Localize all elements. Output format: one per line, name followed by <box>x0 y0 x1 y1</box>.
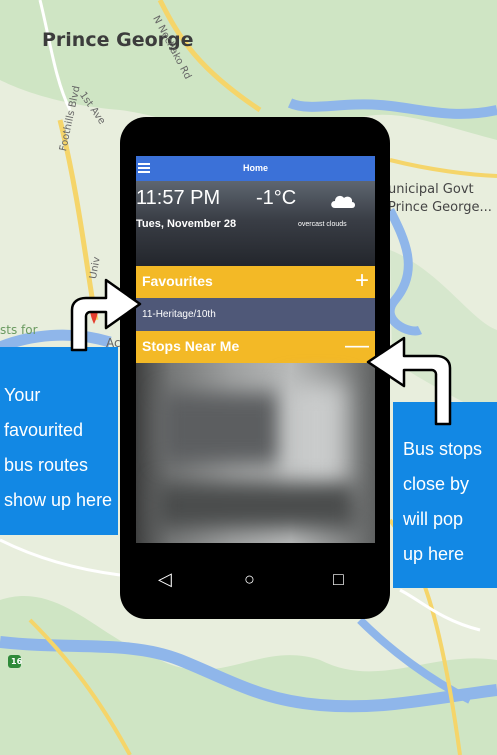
callout-line: Bus stops <box>403 439 483 459</box>
blurred-bus-photo <box>136 363 375 543</box>
favourite-route-item[interactable]: 11-Heritage/10th <box>136 298 375 331</box>
add-favourite-button[interactable]: + <box>355 268 369 294</box>
callout-line: close by <box>403 474 470 494</box>
stops-near-me-header[interactable]: Stops Near Me — <box>136 331 375 363</box>
arrow-to-stops-icon <box>366 336 452 426</box>
weather-panel: 11:57 PM -1°C Tues, November 28 overcast… <box>136 181 375 266</box>
favourites-label: Favourites <box>142 273 213 289</box>
weather-time: 11:57 PM <box>136 187 221 209</box>
map-municipal-line2: Prince George... <box>388 200 492 215</box>
cloud-icon <box>331 195 355 208</box>
callout-line: bus routes <box>4 455 89 475</box>
callout-line: favourited <box>4 420 84 440</box>
map-municipal-line1: unicipal Govt <box>388 182 474 197</box>
app-bar: Home <box>136 156 375 181</box>
stops-near-me-label: Stops Near Me <box>142 338 240 354</box>
favourites-callout: Your favourited bus routes show up here <box>0 347 118 535</box>
callout-line: show up here <box>4 490 113 510</box>
arrow-to-favourites-icon <box>70 278 142 352</box>
callout-line: will pop <box>403 509 464 529</box>
back-icon[interactable]: ◁ <box>158 569 172 589</box>
stops-callout: Bus stops close by will pop up here <box>393 402 497 588</box>
weather-date: Tues, November 28 <box>136 218 237 230</box>
weather-condition: overcast clouds <box>298 221 347 228</box>
callout-line: Your <box>4 385 41 405</box>
highway-shield-number: 16 <box>11 657 23 666</box>
weather-temperature: -1°C <box>256 187 297 209</box>
map-municipal-label: unicipal Govt Prince George... <box>388 181 492 217</box>
home-icon[interactable]: ○ <box>244 569 255 589</box>
map-street-label: sts for <box>0 323 38 337</box>
favourites-header[interactable]: Favourites + <box>136 266 375 298</box>
app-screen: Home 11:57 PM -1°C Tues, November 28 ove… <box>136 156 375 543</box>
favourite-route-label: 11-Heritage/10th <box>142 309 216 320</box>
android-nav-bar: ◁ ○ □ <box>120 560 390 600</box>
app-title: Home <box>242 163 268 173</box>
callout-line: up here <box>403 544 465 564</box>
recent-apps-icon[interactable]: □ <box>333 569 344 589</box>
